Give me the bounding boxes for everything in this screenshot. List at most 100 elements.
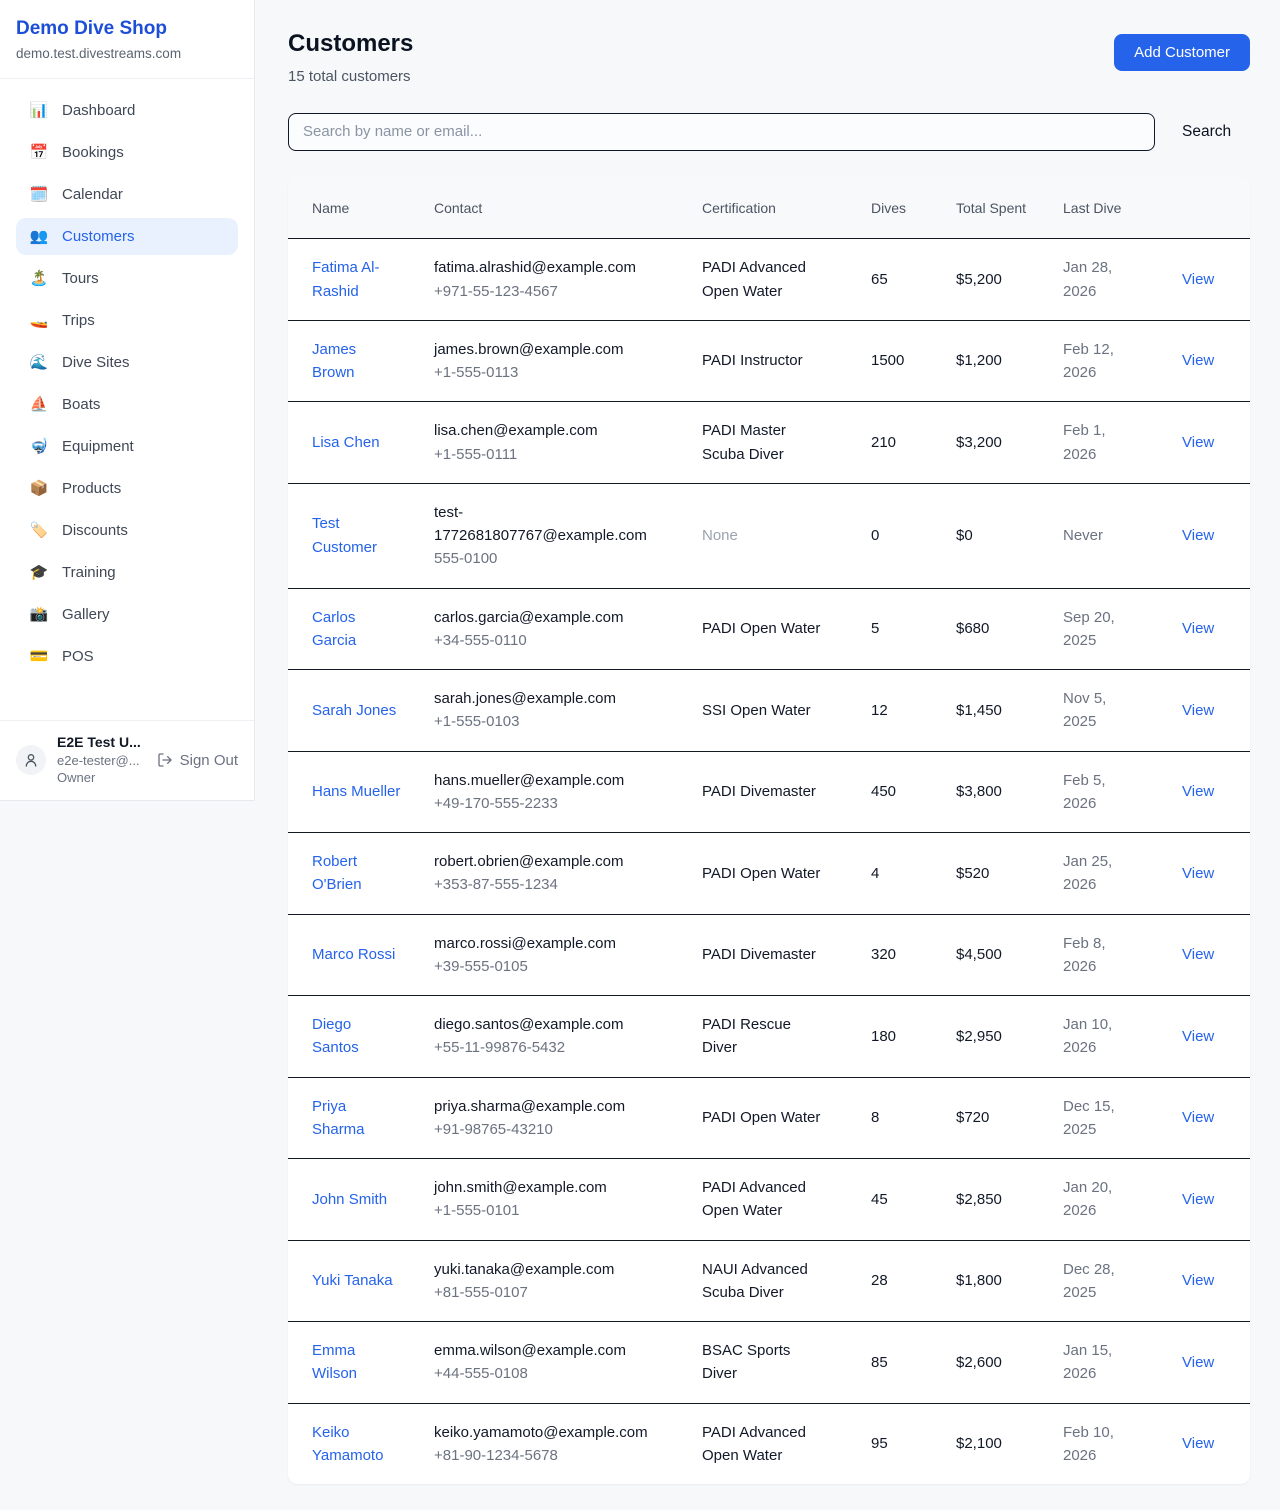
view-link[interactable]: View bbox=[1182, 1354, 1214, 1371]
customer-total-spent: $4,500 bbox=[956, 914, 1063, 996]
sidebar-item-gallery[interactable]: 📸 Gallery bbox=[16, 596, 238, 633]
view-link[interactable]: View bbox=[1182, 271, 1214, 288]
sidebar-item-equipment[interactable]: 🤿 Equipment bbox=[16, 428, 238, 465]
search-bar: Search bbox=[288, 113, 1250, 151]
customer-email: james.brown@example.com bbox=[434, 338, 648, 361]
sidebar-item-label: Equipment bbox=[62, 438, 134, 455]
wave-icon: 🌊 bbox=[29, 355, 49, 370]
view-link[interactable]: View bbox=[1182, 352, 1214, 369]
sidebar-item-training[interactable]: 🎓 Training bbox=[16, 554, 238, 591]
sidebar-item-bookings[interactable]: 📅 Bookings bbox=[16, 134, 238, 171]
table-row: Lisa Chen lisa.chen@example.com +1-555-0… bbox=[288, 402, 1250, 484]
sign-out-icon bbox=[157, 752, 173, 768]
customer-name-link[interactable]: James Brown bbox=[312, 338, 402, 385]
sidebar-item-boats[interactable]: ⛵ Boats bbox=[16, 386, 238, 423]
sidebar-item-dashboard[interactable]: 📊 Dashboard bbox=[16, 92, 238, 129]
sidebar-item-pos[interactable]: 💳 POS bbox=[16, 638, 238, 675]
view-link[interactable]: View bbox=[1182, 620, 1214, 637]
sidebar-item-label: Trips bbox=[62, 312, 95, 329]
customer-phone: +971-55-123-4567 bbox=[434, 280, 690, 303]
customer-name-link[interactable]: Test Customer bbox=[312, 512, 402, 559]
view-link[interactable]: View bbox=[1182, 1272, 1214, 1289]
table-row: Fatima Al-Rashid fatima.alrashid@example… bbox=[288, 239, 1250, 321]
table-row: Sarah Jones sarah.jones@example.com +1-5… bbox=[288, 670, 1250, 752]
sidebar-item-discounts[interactable]: 🏷️ Discounts bbox=[16, 512, 238, 549]
sidebar-item-dive-sites[interactable]: 🌊 Dive Sites bbox=[16, 344, 238, 381]
sidebar-item-label: Products bbox=[62, 480, 121, 497]
view-link[interactable]: View bbox=[1182, 1191, 1214, 1208]
sidebar-item-customers[interactable]: 👥 Customers bbox=[16, 218, 238, 255]
shop-name: Demo Dive Shop bbox=[16, 18, 238, 40]
sidebar-item-trips[interactable]: 🚤 Trips bbox=[16, 302, 238, 339]
customer-name-link[interactable]: Fatima Al-Rashid bbox=[312, 256, 402, 303]
customer-total-spent: $3,200 bbox=[956, 402, 1063, 484]
sign-out-button[interactable]: Sign Out bbox=[157, 752, 238, 769]
customer-name-link[interactable]: Hans Mueller bbox=[312, 780, 402, 803]
view-link[interactable]: View bbox=[1182, 946, 1214, 963]
view-link[interactable]: View bbox=[1182, 434, 1214, 451]
customer-name-link[interactable]: Carlos Garcia bbox=[312, 606, 402, 653]
customer-name-link[interactable]: John Smith bbox=[312, 1188, 402, 1211]
customer-name-link[interactable]: Yuki Tanaka bbox=[312, 1269, 402, 1292]
sidebar-item-label: Calendar bbox=[62, 186, 123, 203]
customer-total-spent: $520 bbox=[956, 833, 1063, 915]
customer-last-dive: Sep 20, 2025 bbox=[1063, 606, 1133, 653]
customer-phone: +91-98765-43210 bbox=[434, 1118, 690, 1141]
sidebar-item-label: Dive Sites bbox=[62, 354, 130, 371]
customer-total-spent: $2,600 bbox=[956, 1322, 1063, 1404]
island-icon: 🏝️ bbox=[29, 271, 49, 286]
customer-total-spent: $2,100 bbox=[956, 1403, 1063, 1484]
add-customer-button[interactable]: Add Customer bbox=[1114, 34, 1250, 71]
sidebar-item-tours[interactable]: 🏝️ Tours bbox=[16, 260, 238, 297]
search-input[interactable] bbox=[288, 113, 1155, 151]
search-button[interactable]: Search bbox=[1182, 123, 1231, 141]
customer-name-link[interactable]: Marco Rossi bbox=[312, 943, 402, 966]
customer-email: john.smith@example.com bbox=[434, 1176, 648, 1199]
sidebar-item-label: Dashboard bbox=[62, 102, 135, 119]
table-row: John Smith john.smith@example.com +1-555… bbox=[288, 1159, 1250, 1241]
customer-name-link[interactable]: Emma Wilson bbox=[312, 1339, 402, 1386]
customer-last-dive: Nov 5, 2025 bbox=[1063, 687, 1133, 734]
customer-certification: PADI Open Water bbox=[702, 862, 826, 885]
customer-name-link[interactable]: Sarah Jones bbox=[312, 699, 402, 722]
customer-dives: 180 bbox=[871, 996, 956, 1078]
customer-phone: +1-555-0113 bbox=[434, 361, 690, 384]
main-content: Customers 15 total customers Add Custome… bbox=[255, 0, 1280, 1510]
customer-name-link[interactable]: Diego Santos bbox=[312, 1013, 402, 1060]
sidebar-item-calendar[interactable]: 🗓️ Calendar bbox=[16, 176, 238, 213]
column-header-dives: Dives bbox=[871, 177, 956, 239]
customer-dives: 0 bbox=[871, 483, 956, 588]
customer-name-link[interactable]: Priya Sharma bbox=[312, 1095, 402, 1142]
customer-name-link[interactable]: Lisa Chen bbox=[312, 431, 402, 454]
column-header-certification: Certification bbox=[702, 177, 871, 239]
customer-dives: 95 bbox=[871, 1403, 956, 1484]
sidebar-item-label: Discounts bbox=[62, 522, 128, 539]
sidebar-item-products[interactable]: 📦 Products bbox=[16, 470, 238, 507]
customer-last-dive: Jan 20, 2026 bbox=[1063, 1176, 1133, 1223]
table-row: James Brown james.brown@example.com +1-5… bbox=[288, 320, 1250, 402]
view-link[interactable]: View bbox=[1182, 702, 1214, 719]
customer-last-dive: Feb 8, 2026 bbox=[1063, 932, 1133, 979]
customer-email: keiko.yamamoto@example.com bbox=[434, 1421, 648, 1444]
customer-dives: 65 bbox=[871, 239, 956, 321]
sidebar-header: Demo Dive Shop demo.test.divestreams.com bbox=[0, 0, 254, 79]
view-link[interactable]: View bbox=[1182, 1435, 1214, 1452]
customer-last-dive: Feb 12, 2026 bbox=[1063, 338, 1133, 385]
sidebar-nav: 📊 Dashboard 📅 Bookings 🗓️ Calendar 👥 Cus… bbox=[0, 79, 254, 720]
customer-phone: +1-555-0111 bbox=[434, 443, 690, 466]
customer-email: lisa.chen@example.com bbox=[434, 419, 648, 442]
customer-total-spent: $2,850 bbox=[956, 1159, 1063, 1241]
table-row: Marco Rossi marco.rossi@example.com +39-… bbox=[288, 914, 1250, 996]
table-row: Keiko Yamamoto keiko.yamamoto@example.co… bbox=[288, 1403, 1250, 1484]
view-link[interactable]: View bbox=[1182, 1109, 1214, 1126]
customer-name-link[interactable]: Keiko Yamamoto bbox=[312, 1421, 402, 1468]
view-link[interactable]: View bbox=[1182, 1028, 1214, 1045]
sidebar-item-label: Gallery bbox=[62, 606, 110, 623]
customer-name-link[interactable]: Robert O'Brien bbox=[312, 850, 402, 897]
view-link[interactable]: View bbox=[1182, 783, 1214, 800]
customer-certification: PADI Open Water bbox=[702, 1106, 826, 1129]
customer-last-dive: Jan 28, 2026 bbox=[1063, 256, 1133, 303]
view-link[interactable]: View bbox=[1182, 865, 1214, 882]
view-link[interactable]: View bbox=[1182, 527, 1214, 544]
customer-dives: 4 bbox=[871, 833, 956, 915]
